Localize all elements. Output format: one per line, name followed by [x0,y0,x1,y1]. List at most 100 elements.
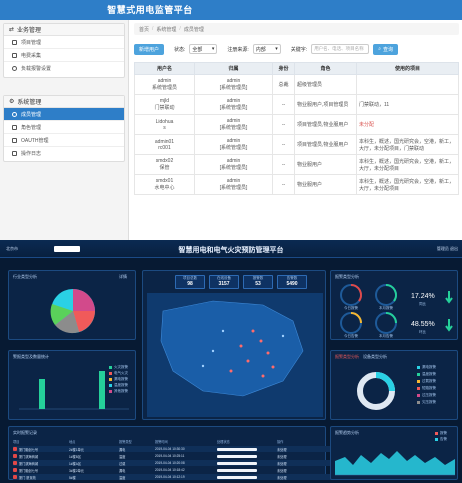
username-cell: smdx02 保管 [134,154,195,175]
realtime-row[interactable]: 厦门滨海商城 1#楼B区 温度 2019-04-04 10:25:11 未处理 [13,453,333,459]
map-marker[interactable] [229,369,233,373]
legend-swatch [109,390,112,393]
legend-item: 漏电报警 [109,377,128,382]
map-marker[interactable] [271,365,275,369]
area-chart [335,451,455,476]
bar [99,371,105,409]
sidebar-item-projects[interactable]: 项目管理 [4,36,124,49]
ring-chart [357,372,395,410]
role-cell: 物业服用户 [294,154,357,175]
alarm-stats-panel: 报警类型分析 今日报警 本月报警 今日告警 本月告警 17.24% 同比 48.… [330,270,458,340]
arrow-down-icon [445,319,453,332]
sidebar-item-load-alarm[interactable]: 负载报警设置 [4,62,124,75]
legend-item: 漏电报警 [417,365,436,370]
realtime-row[interactable]: 厦门 厦景苑 5#楼 温度 2019-04-04 10:12:19 未处理 [13,474,333,480]
realtime-row[interactable]: 厦门融创七号 2#楼1单元 漏电 2019-04-04 10:30:30 未处理 [13,446,333,452]
panel-title: 实时报警记录 [13,430,37,435]
keyword-label: 关键字: [290,46,308,53]
legend-swatch [417,387,420,390]
map-marker[interactable] [259,339,263,343]
realtime-row[interactable]: 厦门融创七号 3#楼2单元 漏电 2019-04-04 10:18:42 未处理 [13,467,333,473]
table-row[interactable]: smdx02 保管 admin [系统管理员] -- 物业服用户 本科生，概述，国光研究会，… [134,154,459,175]
breadcrumb-separator: / [179,26,181,32]
map-marker[interactable] [201,364,205,368]
table-row[interactable]: admin01 rc001 admin [系统管理员] -- 项目管理员,物业服用户 本科生… [134,134,459,155]
device-stats-panel: 警报类型及数量统计 火灾报警 电气火灾 漏电报警 温度报警 其他报警 [8,350,136,420]
legend-swatch [417,366,420,369]
map-marker[interactable] [266,351,270,355]
search-button[interactable]: ⌕ 查询 [373,43,399,55]
gauge-label: 本月告警 [379,334,393,338]
alert-icon [13,468,17,472]
role-cell: 超级管理员 [294,74,357,95]
legend-swatch [109,378,112,381]
project-cell [356,74,459,95]
legend-item: 其他报警 [109,389,128,394]
owner-cell: admin [系统管理员] [194,114,273,135]
identity-cell: -- [272,174,295,195]
sidebar-item-billing[interactable]: 电费采集 [4,49,124,62]
gauge-arc [350,312,362,324]
status-select[interactable]: 全部 ▾ [189,44,218,54]
project-cell: 本科生，概述，国光研究会，空港，新工，大厅，未分配项目，门禁联动 [356,134,459,155]
role-cell: 项目管理员,物业服用户 [294,134,357,155]
table-header-row: 用户名 归属 身份 角色 使用的项目 [134,62,459,75]
breadcrumb-system[interactable]: 系统管理 [156,26,176,33]
table-row[interactable]: Lidohua s admin [系统管理员] -- 项目管理员,物业服用户 未分配 [134,114,459,135]
dashboard-title: 智慧用电和电气火灾预防管理平台 [178,247,284,254]
project-cell: 本科生，概述，国光研究会，空港，新工，大厅，未分配项目 [356,154,459,175]
map[interactable] [143,271,327,421]
sidebar-item-logs[interactable]: 操作日志 [4,147,124,160]
map-marker[interactable] [246,359,250,363]
arrow-down-icon [445,291,453,304]
list-icon [12,151,17,156]
chevron-down-icon: ▾ [275,46,278,52]
pie-slice [73,289,95,311]
username-cell: Lidohua s [134,114,195,135]
table-row[interactable]: smdx01 水电中心 admin [系统管理员] -- 物业服用户 本科生，概述，国光研究… [134,174,459,195]
map-marker[interactable] [239,344,243,348]
map-marker[interactable] [221,329,225,333]
role-cell: 物业服用户,项目管理员 [294,94,357,115]
identity-cell: -- [272,154,295,175]
status-label: 状态: [174,46,186,53]
progress-bar [217,461,257,465]
owner-cell: admin [系统管理员] [194,74,273,95]
project-cell: 未分配 [356,114,459,135]
table-row[interactable]: admin 系统管理员 admin [系统管理员] 总裁 超级管理员 [134,74,459,95]
map-marker[interactable] [261,374,265,378]
alert-icon [13,454,17,458]
identity-cell: -- [272,94,295,115]
sidebar-group-business-header[interactable]: ⇄ 业务管理 [4,24,124,36]
username-cell: smdx01 水电中心 [134,174,195,195]
legend-swatch [417,373,420,376]
sidebar-item-members[interactable]: 成员管理 [4,108,124,121]
add-user-button[interactable]: 新增用户 [134,43,165,55]
legend-item: 火灾报警 [109,365,128,370]
chevron-down-icon: ▾ [211,46,215,52]
col-role: 角色 [294,62,357,75]
sidebar-item-oauth[interactable]: OAUTH管理 [4,134,124,147]
map-marker[interactable] [251,329,255,333]
search-icon: ⌕ [378,46,381,52]
map-marker[interactable] [211,349,215,353]
shuffle-icon: ⇄ [9,27,15,33]
legend-item: 过压报警 [417,393,436,398]
username-cell: mjld 门禁联动 [134,94,195,115]
progress-bar [217,475,257,479]
bar [39,379,45,409]
map-marker[interactable] [281,334,285,338]
keyword-input[interactable]: 用户名、电话、项目名称 [311,44,370,54]
key-icon [12,137,17,143]
sidebar-group-system-header[interactable]: ⚙ 系统管理 [4,96,124,108]
table-row[interactable]: mjld 门禁联动 admin [系统管理员] -- 物业服用户,项目管理员 门禁联动，11 [134,94,459,115]
project-cell: 门禁联动，11 [356,94,459,115]
user-menu[interactable]: 管理员 退出 [437,246,458,252]
breadcrumb-current: 成员管理 [183,27,204,33]
realtime-row[interactable]: 厦门滨海商城 1#楼A区 过载 2019-04-04 10:20:08 未处理 [13,460,333,466]
legend-swatch [417,394,420,397]
sidebar-item-roles[interactable]: 角色管理 [4,121,124,134]
source-select[interactable]: 内部 ▾ [252,44,281,54]
gauge-label: 今日告警 [344,334,358,338]
breadcrumb-home[interactable]: 首页 [139,26,149,33]
